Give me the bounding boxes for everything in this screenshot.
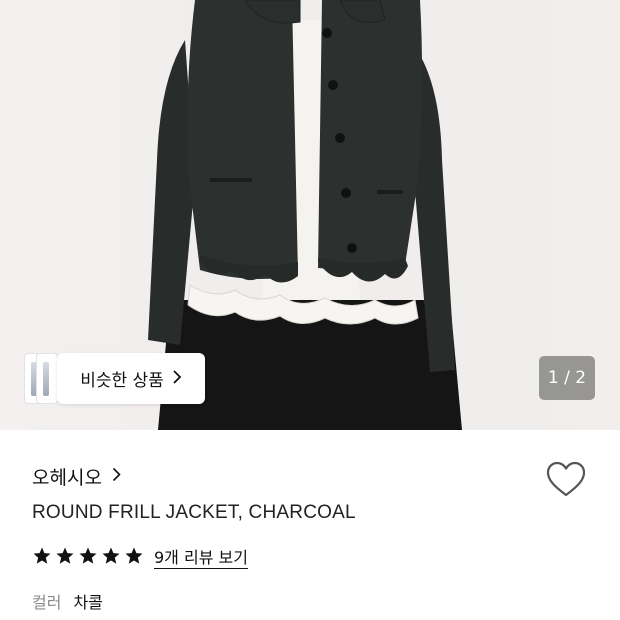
review-link[interactable]: 9개 리뷰 보기 [154, 544, 248, 568]
option-label: 컬러 [32, 593, 62, 612]
option-row: 컬러 차콜 [32, 588, 103, 614]
chevron-right-icon [172, 369, 182, 389]
star-filled-icon [33, 547, 51, 564]
similar-product-thumbnail [36, 353, 58, 404]
similar-products-label: 비슷한 상품 [80, 371, 164, 391]
brand-link[interactable]: 오헤시오 [32, 462, 121, 490]
similar-products-button[interactable]: 비슷한 상품 [57, 353, 205, 404]
brand-name: 오헤시오 [32, 466, 102, 489]
star-filled-icon [102, 547, 120, 564]
image-page-counter: 1 / 2 [539, 356, 595, 400]
chevron-right-icon [112, 465, 121, 487]
star-filled-icon [79, 547, 97, 564]
option-value: 차콜 [73, 593, 103, 612]
heart-outline-icon[interactable] [546, 461, 586, 499]
star-filled-icon [125, 547, 143, 564]
star-filled-icon [56, 547, 74, 564]
rating-stars [32, 546, 144, 566]
rating-row: 9개 리뷰 보기 [32, 543, 248, 569]
product-image-gallery[interactable]: 비슷한 상품 1 / 2 [0, 0, 620, 430]
product-name: ROUND FRILL JACKET, CHARCOAL [32, 502, 356, 523]
